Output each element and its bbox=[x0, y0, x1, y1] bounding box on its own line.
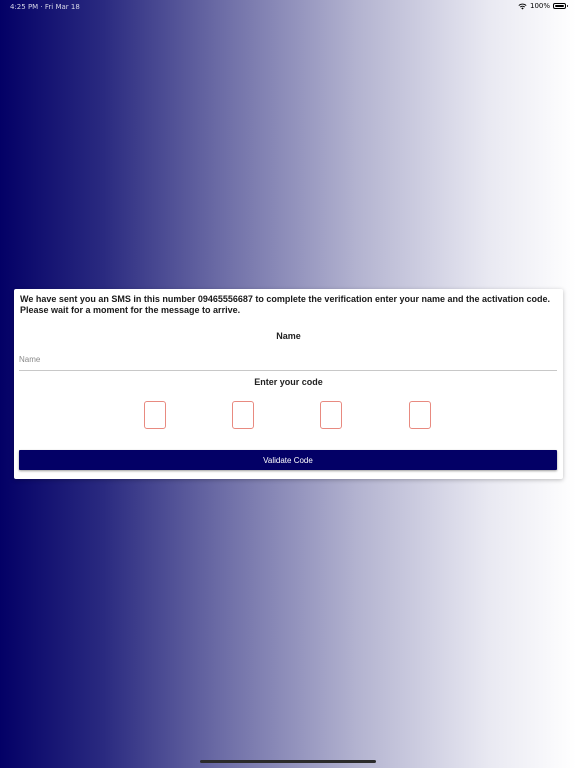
home-indicator[interactable] bbox=[200, 760, 376, 763]
verification-card: We have sent you an SMS in this number 0… bbox=[14, 289, 563, 479]
validate-code-button[interactable]: Validate Code bbox=[19, 450, 557, 470]
name-input[interactable] bbox=[19, 349, 557, 371]
wifi-icon bbox=[518, 3, 527, 10]
sms-message: We have sent you an SMS in this number 0… bbox=[20, 294, 550, 315]
status-time-date: 4:25 PM · Fri Mar 18 bbox=[10, 3, 80, 11]
status-bar: 4:25 PM · Fri Mar 18 100% bbox=[0, 0, 576, 14]
code-digit-4[interactable] bbox=[409, 401, 431, 429]
status-indicators: 100% bbox=[518, 2, 568, 10]
name-label: Name bbox=[276, 331, 301, 341]
code-digit-2[interactable] bbox=[232, 401, 254, 429]
code-label: Enter your code bbox=[254, 377, 323, 387]
battery-percent: 100% bbox=[529, 2, 550, 10]
code-digit-1[interactable] bbox=[144, 401, 166, 429]
battery-icon bbox=[553, 3, 568, 9]
code-digit-3[interactable] bbox=[320, 401, 342, 429]
